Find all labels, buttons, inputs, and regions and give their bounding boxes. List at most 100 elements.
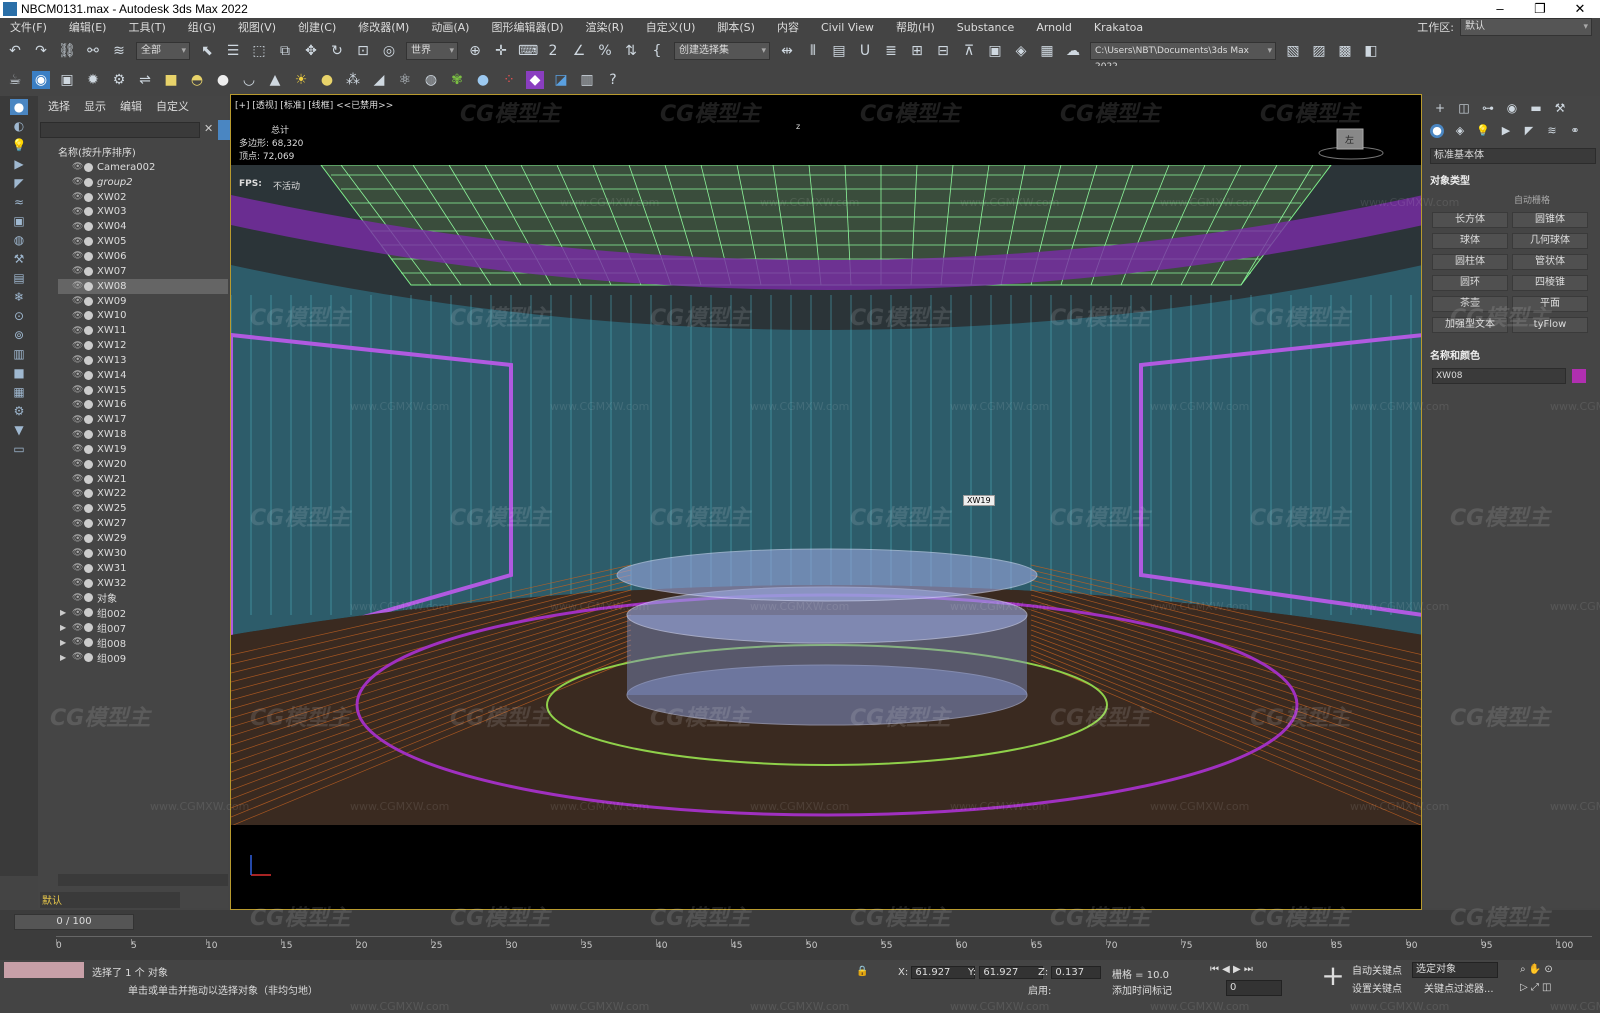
- goto-start-icon[interactable]: ⏮ ◀ ▶ ⏭: [1210, 964, 1253, 975]
- light-list-icon[interactable]: ✹: [84, 71, 102, 89]
- visibility-eye-icon[interactable]: 👁: [72, 459, 83, 469]
- time-slider[interactable]: 0 / 100: [14, 914, 134, 930]
- display-list-icon[interactable]: ▥: [10, 346, 28, 362]
- visibility-eye-icon[interactable]: 👁: [72, 504, 83, 514]
- scene-row[interactable]: ▶ 👁 组007: [58, 620, 228, 636]
- menu-civil-view[interactable]: Civil View: [821, 21, 874, 34]
- visibility-eye-icon[interactable]: 👁: [72, 444, 83, 454]
- scene-row[interactable]: 👁 XW25: [58, 501, 228, 516]
- restore-button[interactable]: ❐: [1520, 0, 1560, 18]
- visibility-eye-icon[interactable]: 👁: [72, 593, 83, 603]
- window-crossing-icon[interactable]: ⧉: [276, 42, 294, 60]
- scene-row[interactable]: 👁 XW18: [58, 427, 228, 442]
- move-icon[interactable]: ✥: [302, 42, 320, 60]
- cone-button[interactable]: 圆锥体: [1512, 212, 1588, 228]
- visibility-eye-icon[interactable]: 👁: [72, 296, 83, 306]
- viewport-label-menu[interactable]: [+] [透视] [标准] [线框] <<已禁用>>: [235, 98, 393, 111]
- menu-group[interactable]: 组(G): [188, 19, 216, 35]
- visibility-eye-icon[interactable]: 👁: [72, 474, 83, 484]
- scene-row[interactable]: 👁 XW04: [58, 219, 228, 234]
- display-groups-icon[interactable]: ▣: [10, 213, 28, 229]
- x-coordinate-field[interactable]: 61.927: [911, 966, 976, 979]
- scene-row[interactable]: 👁 XW16: [58, 398, 228, 413]
- autogrid-checkbox[interactable]: 自动栅格: [1514, 193, 1600, 206]
- tab-display[interactable]: 显示: [84, 98, 106, 114]
- visibility-eye-icon[interactable]: 👁: [72, 192, 83, 202]
- helpers-icon[interactable]: ◤: [1522, 124, 1536, 138]
- box-create-icon[interactable]: ■: [162, 71, 180, 89]
- rotate-icon[interactable]: ↻: [328, 42, 346, 60]
- object-type-rollout[interactable]: 对象类型: [1430, 172, 1594, 187]
- menu-customize[interactable]: 自定义(U): [646, 19, 696, 35]
- visibility-eye-icon[interactable]: 👁: [72, 207, 83, 217]
- menu-arnold[interactable]: Arnold: [1036, 21, 1072, 34]
- snaps-toggle-icon[interactable]: 2: [544, 42, 562, 60]
- asset-tracking-icon[interactable]: ⇌: [136, 71, 154, 89]
- scene-row[interactable]: 👁 XW07: [58, 264, 228, 279]
- scene-row[interactable]: ▶ 👁 组008: [58, 635, 228, 650]
- menu-help[interactable]: 帮助(H): [896, 19, 935, 35]
- menu-animation[interactable]: 动画(A): [431, 19, 469, 35]
- spinner-snap-icon[interactable]: ⇅: [622, 42, 640, 60]
- visibility-eye-icon[interactable]: 👁: [72, 237, 83, 247]
- scene-row[interactable]: 👁 XW03: [58, 205, 228, 220]
- scene-row[interactable]: 👁 XW19: [58, 442, 228, 457]
- visibility-eye-icon[interactable]: 👁: [72, 162, 83, 172]
- menu-file[interactable]: 文件(F): [10, 19, 47, 35]
- scene-row[interactable]: 👁 XW31: [58, 561, 228, 576]
- sun-light-icon[interactable]: ☀: [292, 71, 310, 89]
- link-icon[interactable]: ⛓: [58, 42, 76, 60]
- rect-selection-icon[interactable]: ⬚: [250, 42, 268, 60]
- name-column-header[interactable]: 名称(按升序排序): [58, 144, 228, 159]
- tab-customize[interactable]: 自定义: [156, 98, 189, 114]
- selection-filter-dropdown[interactable]: 全部: [136, 42, 190, 60]
- display-lights-icon[interactable]: 💡: [10, 137, 28, 153]
- bowl-create-icon[interactable]: ◡: [240, 71, 258, 89]
- scene-row[interactable]: 👁 XW22: [58, 487, 228, 502]
- perspective-viewport[interactable]: z左 [+] [透视] [标准] [线框] <<已禁用>> 总计 多边形: 68…: [230, 94, 1422, 910]
- menu-tools[interactable]: 工具(T): [128, 19, 165, 35]
- visibility-eye-icon[interactable]: 👁: [72, 177, 83, 187]
- schematic-view-icon[interactable]: ⊟: [934, 42, 952, 60]
- scene-row[interactable]: 👁 对象: [58, 590, 228, 606]
- menu-create[interactable]: 创建(C): [298, 19, 336, 35]
- curve-editor-icon[interactable]: ⊞: [908, 42, 926, 60]
- maxscript-listener[interactable]: [4, 962, 84, 978]
- clear-search-icon[interactable]: ✕: [204, 122, 213, 135]
- filter-icon[interactable]: ▼: [10, 422, 28, 438]
- shapes-icon[interactable]: ◈: [1453, 124, 1467, 138]
- visibility-eye-icon[interactable]: 👁: [72, 430, 83, 440]
- geometry-icon[interactable]: ●: [1430, 124, 1444, 138]
- scene-row[interactable]: 👁 XW06: [58, 249, 228, 264]
- display-hidden-icon[interactable]: ⊚: [10, 327, 28, 343]
- visibility-eye-icon[interactable]: 👁: [72, 251, 83, 261]
- scene-row[interactable]: 👁 Camera002: [58, 160, 228, 175]
- y-coordinate-field[interactable]: 61.927: [979, 966, 1044, 979]
- menu-graph-editors[interactable]: 图形编辑器(D): [491, 19, 563, 35]
- active-shade-icon[interactable]: ◉: [32, 71, 50, 89]
- menu-krakatoa[interactable]: Krakatoa: [1094, 21, 1143, 34]
- visibility-eye-icon[interactable]: 👁: [72, 548, 83, 558]
- visibility-eye-icon[interactable]: 👁: [72, 578, 83, 588]
- primitive-category-dropdown[interactable]: 标准基本体: [1430, 148, 1596, 164]
- visibility-eye-icon[interactable]: 👁: [72, 608, 83, 618]
- percent-snap-icon[interactable]: %: [596, 42, 614, 60]
- display-bones-icon[interactable]: ⚒: [10, 251, 28, 267]
- align-icon[interactable]: ⫴: [804, 42, 822, 60]
- material-editor-icon[interactable]: ⊼: [960, 42, 978, 60]
- unlink-icon[interactable]: ⚯: [84, 42, 102, 60]
- scene-row[interactable]: 👁 XW02: [58, 190, 228, 205]
- close-button[interactable]: ✕: [1560, 0, 1600, 18]
- display-spacewarps-icon[interactable]: ≈: [10, 194, 28, 210]
- visibility-eye-icon[interactable]: 👁: [72, 355, 83, 365]
- workspace-dropdown[interactable]: 默认: [1460, 18, 1592, 36]
- redo-icon[interactable]: ↷: [32, 42, 50, 60]
- key-target-dropdown[interactable]: 选定对象: [1412, 962, 1498, 978]
- scene-row[interactable]: 👁 group2: [58, 175, 228, 190]
- scene-states-icon[interactable]: ⚙: [110, 71, 128, 89]
- scene-row[interactable]: 👁 XW05: [58, 234, 228, 249]
- visibility-eye-icon[interactable]: 👁: [72, 400, 83, 410]
- menu-modifiers[interactable]: 修改器(M): [358, 19, 409, 35]
- bind-space-warp-icon[interactable]: ≋: [110, 42, 128, 60]
- menu-edit[interactable]: 编辑(E): [69, 19, 107, 35]
